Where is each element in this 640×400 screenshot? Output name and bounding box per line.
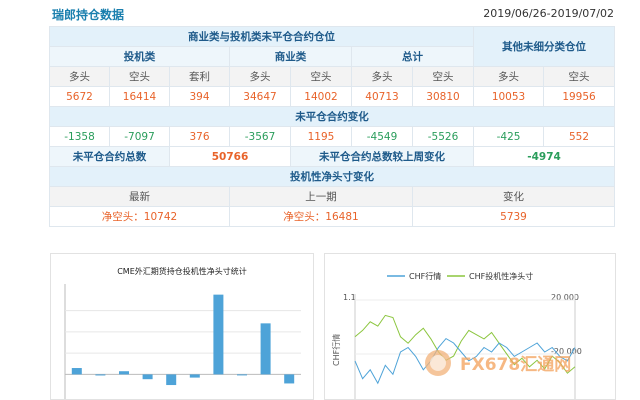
latest-value: 净空头：10742 bbox=[49, 206, 230, 227]
oi-weekly-value: -4974 bbox=[473, 146, 616, 167]
oi-total-label: 未平仓合约总数 bbox=[49, 146, 170, 167]
subheader-row: 多头 空头 套利 多头 空头 多头 空头 多头 空头 bbox=[49, 66, 616, 87]
position-cell: 40713 bbox=[351, 86, 413, 107]
change-cell: 1195 bbox=[290, 126, 352, 147]
change-header: 未平仓合约变化 bbox=[48, 106, 616, 127]
net-header: 投机性净头寸变化 bbox=[48, 166, 616, 187]
watermark-text: FX678汇通网 bbox=[460, 355, 571, 375]
speculative-header: 投机类 bbox=[49, 46, 230, 67]
page-title: 瑞郎持仓数据 bbox=[52, 8, 125, 22]
positions-table: 商业类与投机类未平仓合约仓位 其他未细分类仓位 投机类 商业类 总计 多头 空头… bbox=[48, 26, 616, 227]
watermark-logo: FX678汇通网 bbox=[425, 350, 571, 376]
net-position-bar bbox=[260, 323, 271, 375]
col-spread: 套利 bbox=[169, 66, 230, 87]
change-label: 变化 bbox=[411, 186, 616, 207]
position-cell: 5672 bbox=[49, 86, 110, 107]
net-position-bar bbox=[284, 374, 295, 384]
col-short: 空头 bbox=[543, 66, 616, 87]
positions-row: 5672 16414 394 34647 14002 40713 30810 1… bbox=[49, 86, 616, 107]
y-left-top-label: 1.1 bbox=[343, 293, 356, 302]
position-cell: 30810 bbox=[411, 86, 475, 107]
net-position-bar bbox=[71, 368, 82, 375]
position-cell: 394 bbox=[169, 86, 230, 107]
previous-value: 净空头：16481 bbox=[229, 206, 413, 227]
net-position-bar-chart bbox=[64, 284, 301, 399]
position-cell: 10053 bbox=[473, 86, 545, 107]
group1-header: 商业类与投机类未平仓合约仓位 bbox=[48, 26, 475, 47]
net-position-bar bbox=[189, 374, 200, 378]
col-short: 空头 bbox=[109, 66, 170, 87]
net-position-bar bbox=[166, 374, 177, 386]
col-long: 多头 bbox=[49, 66, 110, 87]
position-cell: 16414 bbox=[109, 86, 170, 107]
change-value: 5739 bbox=[411, 206, 616, 227]
watermark: FX678汇通网 bbox=[420, 343, 620, 383]
col-long: 多头 bbox=[351, 66, 413, 87]
change-cell: -425 bbox=[473, 126, 545, 147]
header: 瑞郎持仓数据 2019/06/26-2019/07/02 bbox=[0, 0, 640, 28]
change-cell: -5526 bbox=[411, 126, 475, 147]
change-cell: 376 bbox=[169, 126, 230, 147]
change-cell: 552 bbox=[543, 126, 616, 147]
total-header: 总计 bbox=[350, 46, 475, 67]
net-position-bar bbox=[119, 371, 129, 375]
oi-total-value: 50766 bbox=[169, 146, 291, 167]
col-short: 空头 bbox=[290, 66, 352, 87]
net-position-bar bbox=[237, 374, 247, 376]
change-cell: -7097 bbox=[109, 126, 170, 147]
y-left-axis-label: CHF行情 bbox=[331, 334, 341, 366]
group2-header: 其他未细分类仓位 bbox=[473, 26, 616, 67]
net-position-bar bbox=[213, 294, 224, 375]
position-cell: 14002 bbox=[290, 86, 352, 107]
col-long: 多头 bbox=[229, 66, 291, 87]
changes-row: -1358 -7097 376 -3567 1195 -4549 -5526 -… bbox=[49, 126, 616, 147]
commercial-header: 商业类 bbox=[229, 46, 352, 67]
net-position-chart-panel: CME外汇期货持仓投机性净头寸统计 bbox=[50, 253, 314, 400]
previous-label: 上一期 bbox=[229, 186, 413, 207]
legend-net-label: CHF投机性净头寸 bbox=[469, 271, 533, 281]
position-cell: 19956 bbox=[543, 86, 616, 107]
net-position-bar bbox=[95, 374, 106, 376]
oi-weekly-label: 未平仓合约总数较上周变化 bbox=[289, 146, 475, 167]
position-cell: 34647 bbox=[229, 86, 291, 107]
latest-label: 最新 bbox=[49, 186, 230, 207]
change-cell: -3567 bbox=[229, 126, 291, 147]
change-cell: -1358 bbox=[49, 126, 110, 147]
date-range: 2019/06/26-2019/07/02 bbox=[483, 7, 614, 20]
col-long: 多头 bbox=[473, 66, 545, 87]
net-position-bar bbox=[142, 374, 153, 380]
col-short: 空头 bbox=[411, 66, 475, 87]
legend-chf-label: CHF行情 bbox=[409, 271, 441, 281]
change-cell: -4549 bbox=[351, 126, 413, 147]
